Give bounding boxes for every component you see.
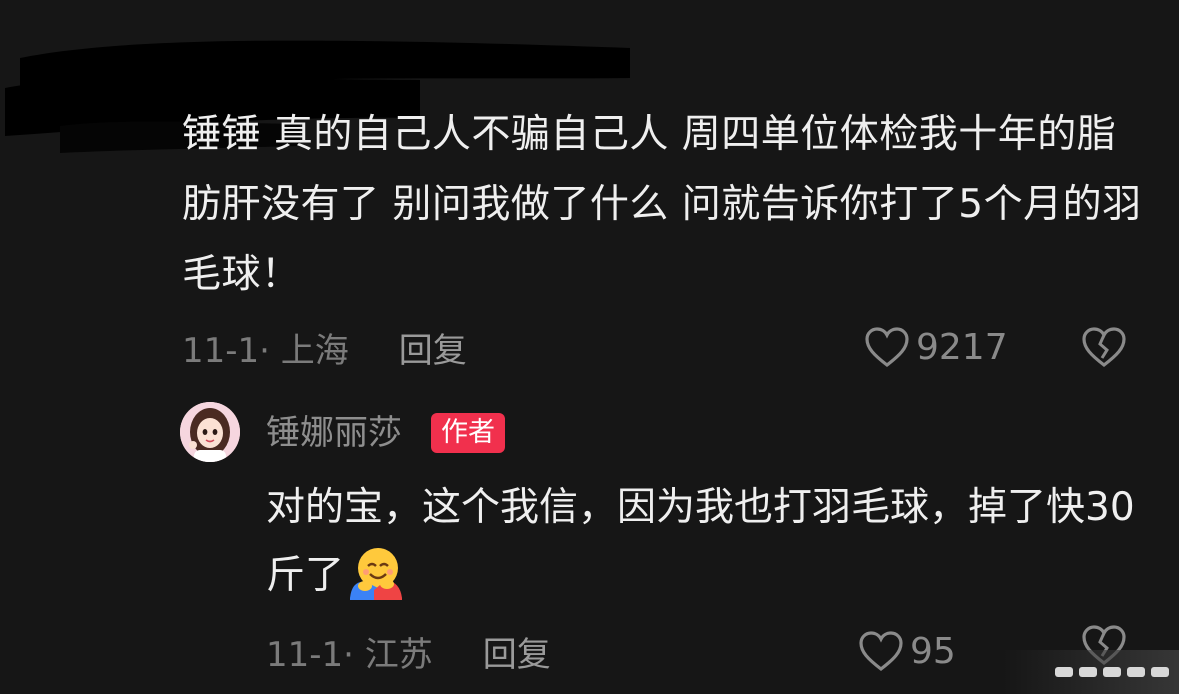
avatar[interactable] (180, 402, 240, 462)
reply-text: 对的宝，这个我信，因为我也打羽毛球，掉了快30斤了 (266, 474, 1136, 610)
comment-date-location: 11-1· 上海 (182, 330, 349, 371)
comment-like-count: 9217 (916, 326, 1008, 368)
broken-heart-icon (1082, 327, 1126, 368)
comment-meta: 11-1· 上海 回复 (182, 322, 467, 372)
reply-reply-button[interactable]: 回复 (483, 627, 551, 676)
heart-icon (865, 327, 909, 368)
comment-dislike-button[interactable] (1080, 322, 1128, 372)
comment-reply-button[interactable]: 回复 (399, 323, 467, 372)
comment-like-button[interactable]: 9217 (864, 322, 1008, 372)
comment-text: 锤锤 真的自己人不骗自己人 周四单位体检我十年的脂肪肝没有了 别问我做了什么 问… (182, 112, 1142, 297)
heart-icon (859, 631, 903, 672)
reply-like-count: 95 (910, 630, 956, 672)
reply-meta: 11-1· 江苏 回复 (266, 626, 551, 676)
reply-date-location: 11-1· 江苏 (266, 634, 433, 675)
watermark-overlay (1002, 650, 1179, 694)
author-badge: 作者 (431, 413, 505, 453)
reply-like-button[interactable]: 95 (858, 626, 956, 676)
hugging-face-icon (348, 544, 404, 600)
reply-username[interactable]: 锤娜丽莎 (266, 410, 402, 456)
